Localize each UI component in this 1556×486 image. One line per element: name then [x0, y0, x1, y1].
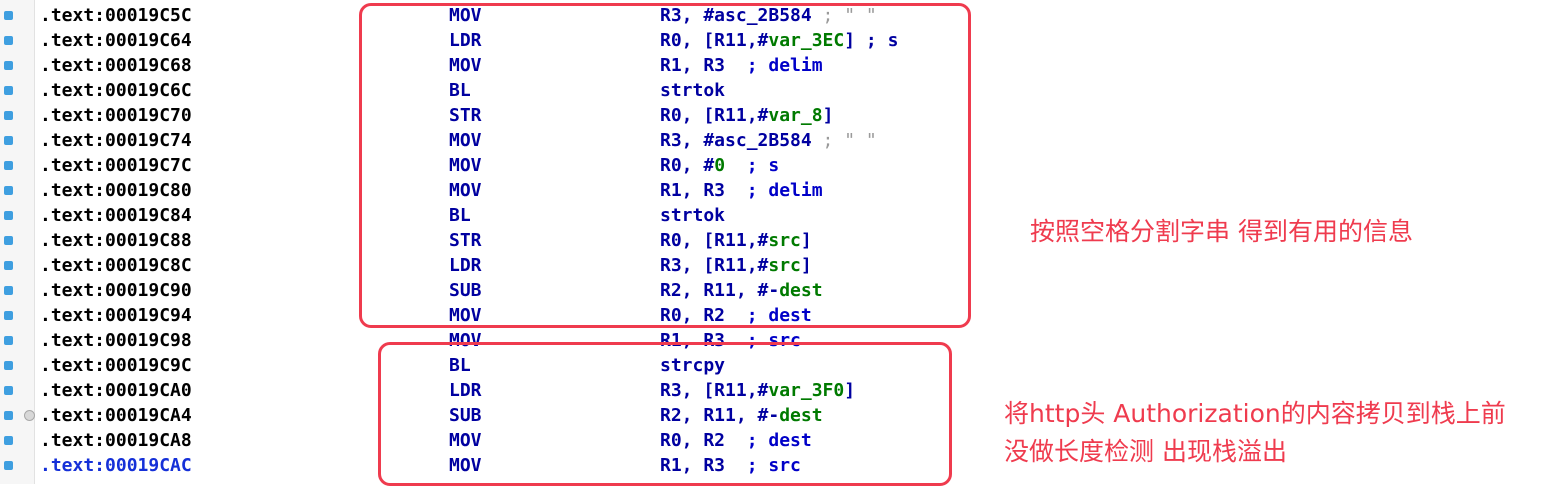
highlight-box-strcpy	[378, 342, 952, 486]
address: .text:00019C7C	[40, 155, 192, 176]
address: .text:00019C90	[40, 280, 192, 301]
address: .text:00019C8C	[40, 255, 192, 276]
address: .text:00019C80	[40, 180, 192, 201]
annotation-bottom-line2: 没做长度检测 出现栈溢出	[1004, 437, 1287, 466]
address: .text:00019CA8	[40, 430, 192, 451]
address: .text:00019C6C	[40, 80, 192, 101]
address: .text:00019C5C	[40, 5, 192, 26]
highlight-box-strtok	[359, 3, 971, 328]
address: .text:00019C84	[40, 205, 192, 226]
address: .text:00019CAC	[40, 455, 192, 476]
address: .text:00019C64	[40, 30, 192, 51]
address: .text:00019CA4	[40, 405, 192, 426]
address: .text:00019C98	[40, 330, 192, 351]
annotation-bottom-line1: 将http头 Authorization的内容拷贝到栈上前	[1004, 399, 1506, 428]
annotation-top: 按照空格分割字串 得到有用的信息	[1030, 217, 1413, 246]
address: .text:00019C68	[40, 55, 192, 76]
address: .text:00019C9C	[40, 355, 192, 376]
address: .text:00019C94	[40, 305, 192, 326]
address: .text:00019C88	[40, 230, 192, 251]
address: .text:00019C74	[40, 130, 192, 151]
address: .text:00019CA0	[40, 380, 192, 401]
address: .text:00019C70	[40, 105, 192, 126]
